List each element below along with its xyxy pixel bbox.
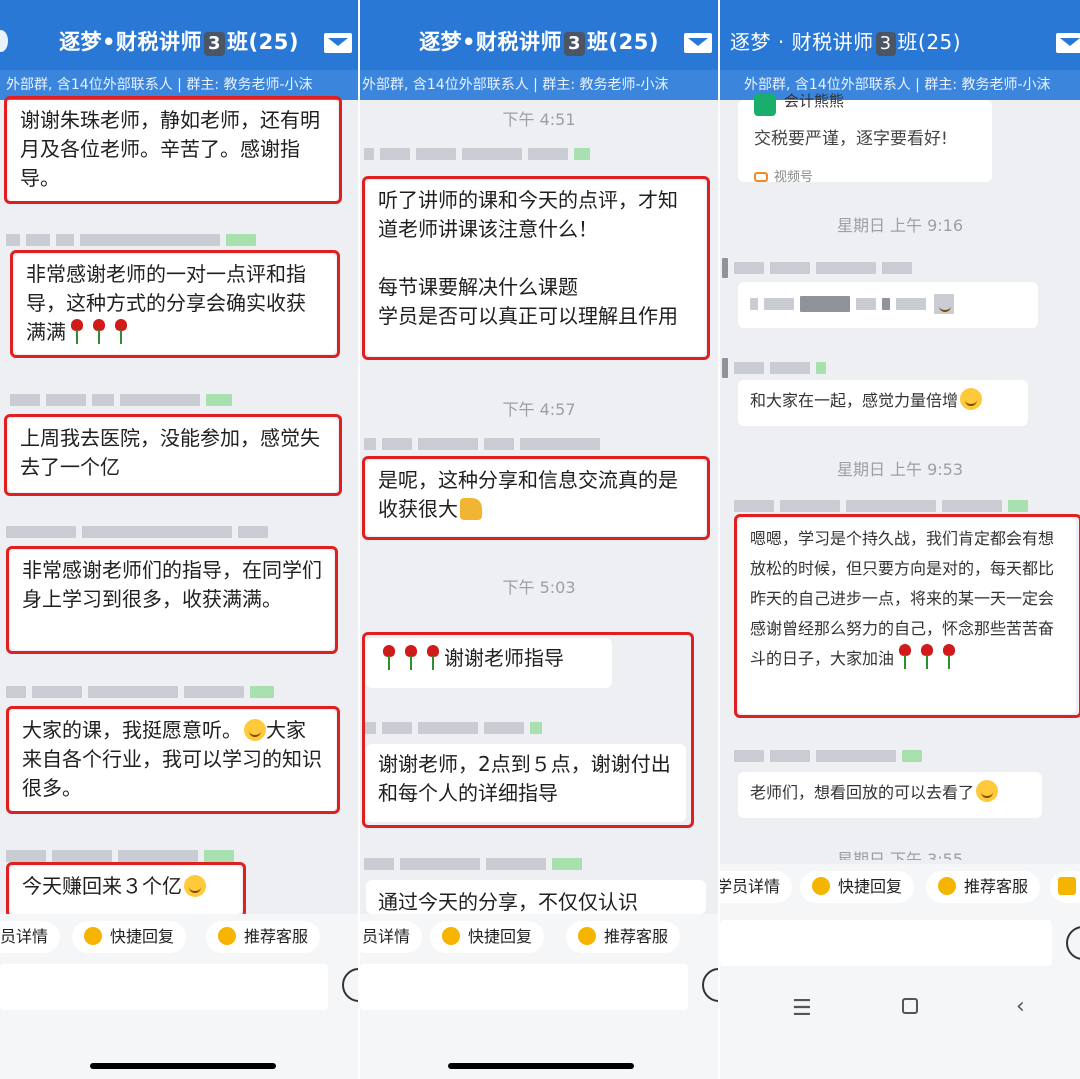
quick-reply-icon <box>442 927 460 945</box>
quick-action-bar: 员详情 快捷回复 推荐客服 <box>0 914 358 960</box>
blurred-sender-name <box>734 498 1028 514</box>
group-title: 逐梦 · 财税讲师 3 班(25) <box>730 30 962 56</box>
quick-reply-chip[interactable]: 快捷回复 <box>800 871 915 903</box>
thinking-emoji-icon <box>976 780 999 802</box>
menu-icon[interactable]: ☰ <box>792 996 812 1021</box>
video-source: 视频号 <box>754 166 813 185</box>
class-number-badge: 3 <box>203 32 226 56</box>
timestamp: 下午 4:57 <box>502 400 576 419</box>
group-info-bar[interactable]: 外部群, 含14位外部联系人 | 群主: 教务老师-小沫 <box>360 70 718 100</box>
chat-panel-2: 逐梦•财税讲师 3 班(25) 外部群, 含14位外部联系人 | 群主: 教务老师-… <box>360 0 718 1079</box>
chat-header: 逐梦•财税讲师 3 班(25) <box>360 0 718 70</box>
quick-reply-icon <box>84 927 102 945</box>
emoji-icon[interactable] <box>342 968 358 1002</box>
highlight-box <box>362 176 710 360</box>
message-input[interactable] <box>0 964 328 1010</box>
timestamp: 下午 5:03 <box>502 578 576 597</box>
mail-icon[interactable] <box>1056 33 1080 53</box>
quick-reply-chip[interactable]: 快捷回复 <box>430 921 545 953</box>
bottom-area <box>360 1034 718 1079</box>
group-title: 逐梦•财税讲师 3 班(25) <box>419 30 659 56</box>
quick-reply-chip[interactable]: 快捷回复 <box>72 921 187 953</box>
blurred-sender-name <box>722 258 912 278</box>
chat-header: 逐梦•财税讲师 3 班(25) <box>0 0 358 70</box>
recommend-service-icon <box>578 927 596 945</box>
home-indicator[interactable] <box>448 1063 634 1069</box>
mail-icon[interactable] <box>684 33 712 53</box>
timestamp: 星期日 下午 3:55 <box>836 850 964 860</box>
blurred-sender-name <box>10 392 232 408</box>
blurred-sender-name <box>6 232 256 248</box>
chat-panel-1: 逐梦•财税讲师 3 班(25) 外部群, 含14位外部联系人 | 群主: 教务老师-… <box>0 0 358 1079</box>
timestamp: 星期日 上午 9:53 <box>836 460 964 479</box>
highlight-box <box>6 862 246 918</box>
bottom-area <box>0 1034 358 1079</box>
emoji-icon[interactable] <box>702 968 718 1002</box>
recommend-service-chip[interactable]: 推荐客服 <box>926 871 1041 903</box>
highlight-box <box>4 96 342 204</box>
student-detail-chip[interactable]: 员详情 <box>0 921 61 953</box>
blurred-sender-name <box>6 684 274 700</box>
timestamp: 星期日 上午 9:16 <box>836 216 964 235</box>
blurred-sender-name <box>722 358 826 378</box>
highlight-box <box>734 514 1080 718</box>
student-detail-chip[interactable]: 员详情 <box>360 921 423 953</box>
recommend-service-chip[interactable]: 推荐客服 <box>566 921 681 953</box>
recommend-service-icon <box>938 877 956 895</box>
video-share-card[interactable]: 会计熊熊 交税要严谨，逐字要看好! 视频号 <box>738 92 992 185</box>
highlight-box <box>362 632 694 828</box>
blurred-sender-name <box>364 856 582 872</box>
quick-action-bar: 学员详情 快捷回复 推荐客服 <box>720 864 1080 910</box>
message-input[interactable] <box>720 920 1052 966</box>
channel-logo-icon <box>754 94 776 116</box>
message-bubble: 和大家在一起，感觉力量倍增 <box>738 380 1028 426</box>
mail-icon[interactable] <box>324 33 352 53</box>
input-bar <box>360 960 718 1034</box>
more-icon <box>1058 877 1076 895</box>
highlight-box <box>6 546 338 654</box>
blurred-sender-name <box>734 748 922 764</box>
home-indicator[interactable] <box>90 1063 276 1069</box>
message-bubble <box>738 282 1038 328</box>
fist-emoji-icon <box>934 294 954 314</box>
chat-header: 逐梦 · 财税讲师 3 班(25) <box>720 0 1080 70</box>
highlight-box <box>6 706 340 814</box>
message-bubble: 通过今天的分享，不仅仅认识 <box>366 880 706 914</box>
highlight-box <box>4 414 342 496</box>
blurred-sender-name <box>364 436 600 452</box>
timestamp: 下午 4:51 <box>502 110 576 129</box>
message-bubble: 老师们，想看回放的可以去看了 <box>738 772 1042 818</box>
blurred-sender-name <box>364 146 590 162</box>
student-detail-chip[interactable]: 学员详情 <box>720 871 793 903</box>
more-chip[interactable] <box>1050 871 1080 903</box>
input-bar <box>720 910 1080 976</box>
class-number-badge: 3 <box>563 32 586 56</box>
emoji-icon[interactable] <box>1066 926 1080 960</box>
screenshot-collage: 逐梦•财税讲师 3 班(25) 外部群, 含14位外部联系人 | 群主: 教务老师-… <box>0 0 1080 1079</box>
message-input[interactable] <box>360 964 688 1010</box>
group-title: 逐梦•财税讲师 3 班(25) <box>59 30 299 56</box>
home-square-icon[interactable] <box>902 998 918 1014</box>
back-chevron-icon[interactable]: ‹ <box>1016 994 1025 1019</box>
blurred-sender-name <box>6 524 268 540</box>
chat-panel-3: 逐梦 · 财税讲师 3 班(25) 外部群, 含14位外部联系人 | 群主: 教务老… <box>720 0 1080 1079</box>
highlight-box <box>10 250 340 358</box>
recommend-service-chip[interactable]: 推荐客服 <box>206 921 321 953</box>
recommend-service-icon <box>218 927 236 945</box>
input-bar <box>0 960 358 1034</box>
system-nav-bar: ☰ ‹ <box>720 976 1080 1079</box>
666-emoji-icon <box>960 388 983 410</box>
quick-reply-icon <box>812 877 830 895</box>
blurred-message <box>750 294 1026 314</box>
video-channel-icon <box>754 172 768 182</box>
class-number-badge: 3 <box>875 32 896 56</box>
highlight-box <box>362 456 710 540</box>
quick-action-bar: 员详情 快捷回复 推荐客服 <box>360 914 718 960</box>
